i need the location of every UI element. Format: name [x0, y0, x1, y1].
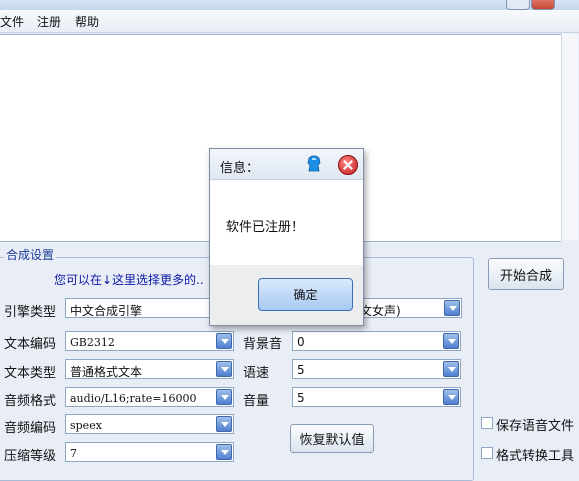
dialog-message: 软件已注册！: [226, 220, 305, 235]
save-audio-checkbox[interactable]: [481, 417, 493, 429]
close-window-button[interactable]: [531, 0, 555, 10]
info-icon: [307, 155, 321, 172]
audio-format-value: audio/L16;rate=16000: [70, 392, 197, 405]
chevron-down-icon[interactable]: [443, 361, 459, 377]
chevron-down-icon[interactable]: [216, 416, 232, 432]
audio-format-select[interactable]: audio/L16;rate=16000: [65, 387, 234, 407]
menu-file[interactable]: 文件: [0, 13, 24, 30]
close-icon[interactable]: [338, 155, 358, 175]
chevron-down-icon[interactable]: [444, 300, 460, 316]
background-sound-value: 0: [297, 335, 305, 349]
title-bar: [0, 0, 579, 10]
engine-type-value: 中文合成引擎: [70, 304, 143, 318]
volume-label: 音量: [243, 394, 270, 409]
maximize-button[interactable]: [506, 0, 530, 10]
dialog-title: 信息：: [220, 161, 260, 176]
volume-value: 5: [297, 391, 305, 405]
speed-value: 5: [297, 363, 305, 377]
compression-level-select[interactable]: 7: [65, 442, 234, 462]
speed-label: 语速: [243, 366, 270, 381]
audio-encoding-select[interactable]: speex: [65, 414, 234, 434]
group-title: 合成设置: [4, 246, 57, 263]
text-encoding-label: 文本编码: [4, 337, 57, 352]
save-audio-label: 保存语音文件: [496, 419, 575, 434]
background-sound-label: 背景音: [243, 337, 283, 352]
vertical-scrollbar[interactable]: [561, 34, 578, 240]
voice-value: 文女声): [360, 304, 401, 318]
chevron-down-icon[interactable]: [443, 389, 459, 405]
ok-button[interactable]: 确定: [258, 278, 353, 311]
compression-level-label: 压缩等级: [4, 449, 57, 464]
info-dialog: 信息： 软件已注册！ 确定: [209, 148, 364, 326]
volume-select[interactable]: 5: [292, 387, 461, 407]
engine-type-select[interactable]: 中文合成引擎: [65, 298, 210, 318]
chevron-down-icon[interactable]: [216, 389, 232, 405]
audio-encoding-value: speex: [70, 419, 102, 432]
format-tool-label: 格式转换工具: [496, 449, 575, 464]
menu-register[interactable]: 注册: [37, 13, 61, 30]
format-tool-checkbox[interactable]: [481, 447, 493, 459]
text-encoding-value: GB2312: [70, 336, 115, 349]
chevron-down-icon[interactable]: [216, 333, 232, 349]
compression-level-value: 7: [70, 447, 77, 460]
background-sound-select[interactable]: 0: [292, 331, 461, 351]
chevron-down-icon[interactable]: [216, 361, 232, 377]
speed-select[interactable]: 5: [292, 359, 461, 379]
text-type-label: 文本类型: [4, 366, 57, 381]
restore-defaults-button[interactable]: 恢复默认值: [290, 424, 374, 453]
text-type-value: 普通格式文本: [70, 365, 143, 379]
hint-text: 您可以在↓这里选择更多的..: [54, 273, 204, 287]
text-encoding-select[interactable]: GB2312: [65, 331, 234, 351]
audio-format-label: 音频格式: [4, 394, 57, 409]
audio-encoding-label: 音频编码: [4, 421, 57, 436]
menu-help[interactable]: 帮助: [75, 13, 99, 30]
chevron-down-icon[interactable]: [216, 444, 232, 460]
start-synthesis-button[interactable]: 开始合成: [488, 258, 564, 290]
chevron-down-icon[interactable]: [443, 333, 459, 349]
text-type-select[interactable]: 普通格式文本: [65, 359, 234, 379]
engine-type-label: 引擎类型: [4, 305, 57, 320]
